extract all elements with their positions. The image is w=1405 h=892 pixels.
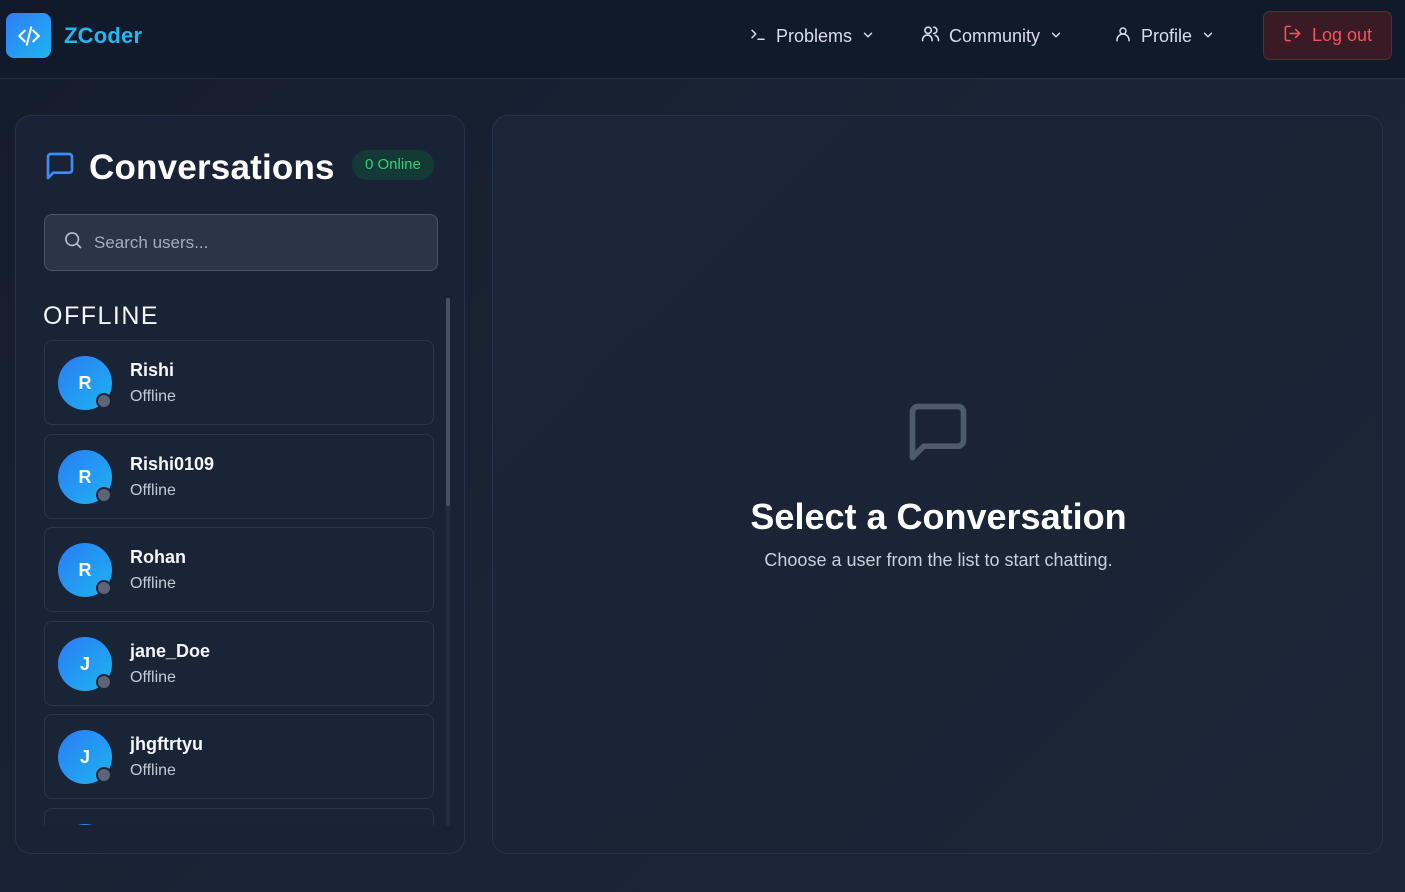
user-item-rishi0109[interactable]: R Rishi0109 Offline <box>44 434 434 519</box>
user-name: Rishi <box>130 360 175 380</box>
user-status: Offline <box>130 388 176 405</box>
user-name: jane_Doe <box>130 641 211 661</box>
nav-profile-label: Profile <box>1141 25 1193 46</box>
conversations-title: Conversations <box>89 148 335 187</box>
nav-community[interactable]: Community <box>921 22 1063 50</box>
chevron-down-icon <box>1201 26 1215 47</box>
user-list-scrollbar-thumb[interactable] <box>446 298 450 506</box>
user-status: Offline <box>130 669 176 686</box>
user-name: Rishi0109 <box>130 454 215 474</box>
search-box[interactable] <box>44 214 438 271</box>
nav-community-label: Community <box>949 25 1041 46</box>
offline-status-dot <box>96 580 112 596</box>
search-users-input[interactable] <box>94 232 414 253</box>
nav-profile[interactable]: Profile <box>1114 22 1215 50</box>
logout-button[interactable]: Log out <box>1263 11 1392 60</box>
user-status: Offline <box>130 482 176 499</box>
user-status: Offline <box>130 575 176 592</box>
user-name: jhgftrtyu <box>130 734 203 754</box>
logout-icon <box>1283 24 1302 48</box>
conversations-panel: Conversations 0 Online OFFLINE R Rishi O… <box>15 115 465 854</box>
brand[interactable]: ZCoder <box>6 13 142 58</box>
user-item-partial[interactable] <box>44 808 434 825</box>
user-list[interactable]: R Rishi Offline R Rishi0109 Offline R Ro… <box>44 340 434 825</box>
conversations-header: Conversations <box>44 148 335 188</box>
offline-status-dot <box>96 393 112 409</box>
avatar <box>58 824 112 825</box>
chevron-down-icon <box>861 26 875 47</box>
code-icon <box>6 13 51 58</box>
empty-state-subtitle: Choose a user from the list to start cha… <box>764 550 1113 570</box>
message-square-icon <box>904 398 972 471</box>
offline-section-label: OFFLINE <box>43 302 160 330</box>
user-name: Rohan <box>130 547 186 567</box>
user-item-rohan[interactable]: R Rohan Offline <box>44 527 434 612</box>
nav-problems[interactable]: Problems <box>749 22 875 50</box>
search-icon <box>63 230 83 255</box>
user-item-rishi[interactable]: R Rishi Offline <box>44 340 434 425</box>
offline-status-dot <box>96 487 112 503</box>
offline-status-dot <box>96 674 112 690</box>
user-status: Offline <box>130 762 176 779</box>
empty-state-title: Select a Conversation <box>750 496 1127 537</box>
user-item-jane-doe[interactable]: J jane_Doe Offline <box>44 621 434 706</box>
top-navbar: ZCoder Problems Community Profile Log ou… <box>0 0 1405 79</box>
brand-name: ZCoder <box>64 22 143 48</box>
online-count-badge: 0 Online <box>352 150 434 180</box>
logout-label: Log out <box>1311 25 1373 45</box>
chevron-down-icon <box>1049 26 1063 47</box>
offline-status-dot <box>96 767 112 783</box>
terminal-icon <box>749 25 767 48</box>
nav-problems-label: Problems <box>776 25 853 46</box>
user-item-jhgftrtyu[interactable]: J jhgftrtyu Offline <box>44 714 434 799</box>
chat-panel: Select a Conversation Choose a user from… <box>492 115 1383 854</box>
users-icon <box>921 24 940 48</box>
user-icon <box>1114 25 1132 48</box>
message-square-icon <box>44 150 76 187</box>
